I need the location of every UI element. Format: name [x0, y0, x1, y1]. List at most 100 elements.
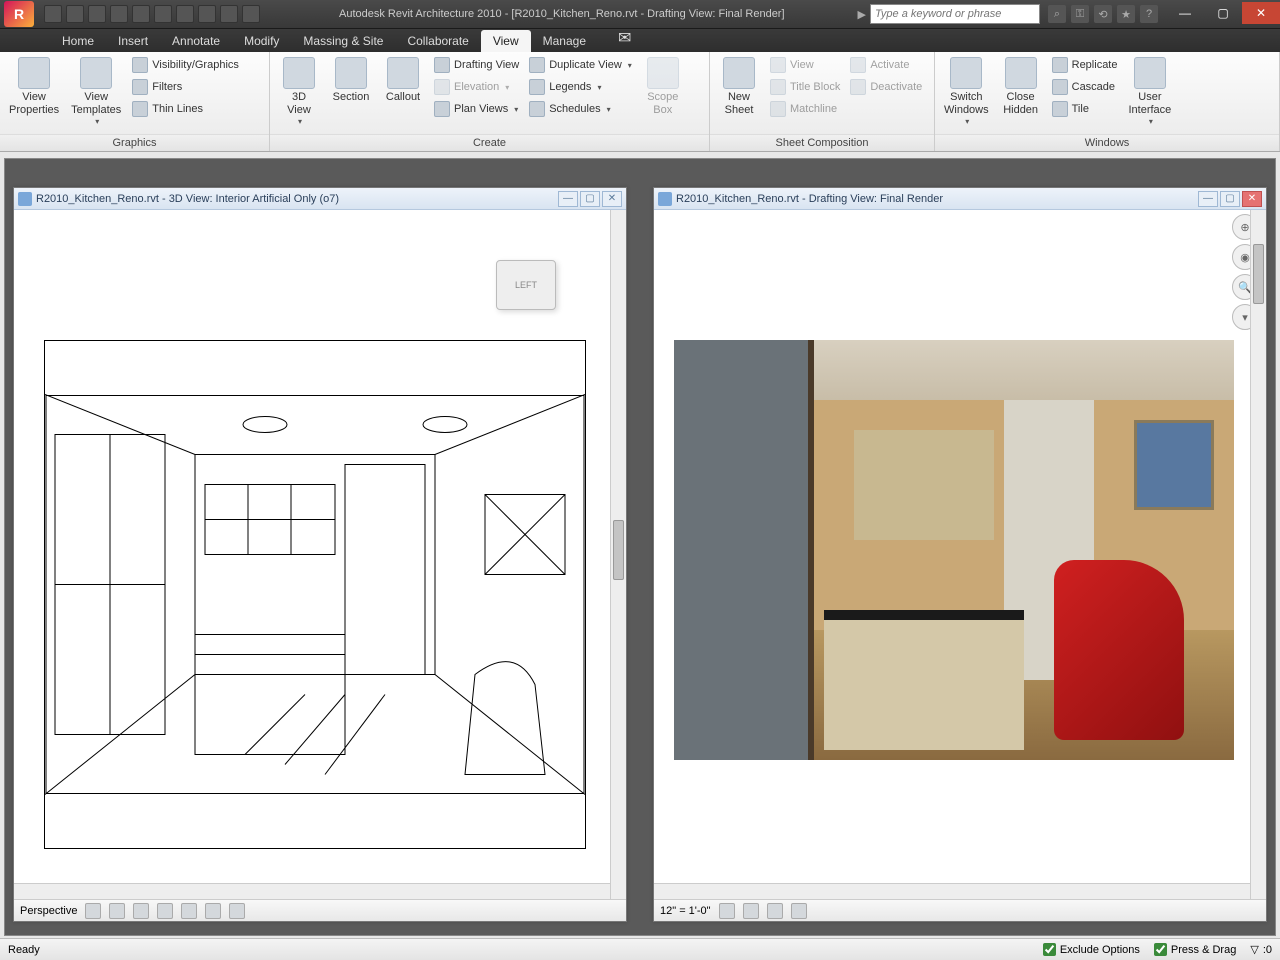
rvt-file-icon — [658, 192, 672, 206]
tab-manage[interactable]: Manage — [531, 30, 598, 52]
doc-minimize-button[interactable]: — — [558, 191, 578, 207]
rvt-file-icon — [18, 192, 32, 206]
filter-count[interactable]: ▽:0 — [1250, 943, 1272, 956]
viewport-render[interactable]: ⊕ ◉ 🔍 ▾ — [654, 210, 1266, 899]
section-button[interactable]: Section — [327, 55, 375, 106]
legends-button[interactable]: Legends — [526, 77, 635, 97]
tab-home[interactable]: Home — [50, 30, 106, 52]
crop-icon[interactable] — [157, 903, 173, 919]
hide-isolate-icon[interactable] — [205, 903, 221, 919]
doc-maximize-button[interactable]: ▢ — [1220, 191, 1240, 207]
scrollbar-vertical[interactable] — [610, 210, 626, 899]
close-button[interactable]: ✕ — [1242, 2, 1280, 24]
tab-collaborate[interactable]: Collaborate — [395, 30, 480, 52]
tile-button[interactable]: Tile — [1049, 99, 1121, 119]
reveal-hidden-icon[interactable] — [767, 903, 783, 919]
help-icon-group: ⌕ ⚿ ⟲ ★ ? — [1040, 5, 1166, 23]
doc-title-bar-left[interactable]: R2010_Kitchen_Reno.rvt - 3D View: Interi… — [14, 188, 626, 210]
matchline-button: Matchline — [767, 99, 843, 119]
plan-views-icon — [434, 101, 450, 117]
drafting-view-button[interactable]: Drafting View — [431, 55, 522, 75]
doc-title-bar-right[interactable]: R2010_Kitchen_Reno.rvt - Drafting View: … — [654, 188, 1266, 210]
callout-icon — [387, 57, 419, 89]
favorite-icon[interactable]: ★ — [1117, 5, 1135, 23]
elevation-button[interactable]: Elevation — [431, 77, 522, 97]
doc-close-button[interactable]: ✕ — [602, 191, 622, 207]
view-templates-button[interactable]: View Templates — [67, 55, 125, 129]
tab-massing-site[interactable]: Massing & Site — [291, 30, 395, 52]
scrollbar-horizontal[interactable] — [654, 883, 1250, 899]
exclude-options-checkbox[interactable]: Exclude Options — [1043, 943, 1140, 956]
view-control-bar-left: Perspective — [14, 899, 626, 921]
cascade-icon — [1052, 79, 1068, 95]
scrollbar-vertical[interactable] — [1250, 210, 1266, 899]
qat-3d-icon[interactable] — [176, 5, 194, 23]
tab-modify[interactable]: Modify — [232, 30, 291, 52]
tile-icon — [1052, 101, 1068, 117]
qat-new-icon[interactable] — [44, 5, 62, 23]
filters-button[interactable]: Filters — [129, 77, 242, 97]
tab-annotate[interactable]: Annotate — [160, 30, 232, 52]
view-properties-button[interactable]: View Properties — [5, 55, 63, 119]
qat-cursor-icon[interactable] — [154, 5, 172, 23]
scrollbar-horizontal[interactable] — [14, 883, 610, 899]
panel-create: 3D View Section Callout Drafting View El… — [270, 52, 710, 151]
reveal-icon[interactable] — [229, 903, 245, 919]
duplicate-view-button[interactable]: Duplicate View — [526, 55, 635, 75]
viewport-3d[interactable]: LEFT — [14, 210, 626, 899]
qat-measure-icon[interactable] — [220, 5, 238, 23]
app-logo[interactable]: R — [4, 1, 34, 27]
legends-icon — [529, 79, 545, 95]
crop-region-icon[interactable] — [181, 903, 197, 919]
binoculars-icon[interactable]: ⌕ — [1048, 5, 1066, 23]
doc-close-button[interactable]: ✕ — [1242, 191, 1262, 207]
minimize-button[interactable]: — — [1166, 2, 1204, 24]
model-graphics-icon[interactable] — [85, 903, 101, 919]
mdi-client-area: R2010_Kitchen_Reno.rvt - 3D View: Interi… — [4, 158, 1276, 936]
tab-insert[interactable]: Insert — [106, 30, 160, 52]
window-controls: — ▢ ✕ — [1166, 4, 1280, 24]
viewcube[interactable]: LEFT — [496, 260, 556, 310]
view-templates-icon — [80, 57, 112, 89]
search-input[interactable] — [870, 4, 1040, 24]
view-control-bar-right: 12" = 1'-0" — [654, 899, 1266, 921]
schedules-button[interactable]: Schedules — [526, 99, 635, 119]
shadows-icon[interactable] — [109, 903, 125, 919]
plan-views-button[interactable]: Plan Views — [431, 99, 522, 119]
hide-isolate-icon[interactable] — [743, 903, 759, 919]
user-interface-button[interactable]: User Interface — [1124, 55, 1175, 129]
qat-sync-icon[interactable] — [198, 5, 216, 23]
visibility-graphics-button[interactable]: Visibility/Graphics — [129, 55, 242, 75]
replicate-button[interactable]: Replicate — [1049, 55, 1121, 75]
thin-lines-button[interactable]: Thin Lines — [129, 99, 242, 119]
doc-minimize-button[interactable]: — — [1198, 191, 1218, 207]
switch-windows-icon — [950, 57, 982, 89]
view-scale-label[interactable]: 12" = 1'-0" — [660, 905, 711, 917]
callout-button[interactable]: Callout — [379, 55, 427, 106]
key-icon[interactable]: ⚿ — [1071, 5, 1089, 23]
qat-dropdown-icon[interactable] — [242, 5, 260, 23]
doc-window-3d-view: R2010_Kitchen_Reno.rvt - 3D View: Interi… — [13, 187, 627, 922]
ribbon-tab-strip: Home Insert Annotate Modify Massing & Si… — [0, 28, 1280, 52]
rendering-icon[interactable] — [133, 903, 149, 919]
new-sheet-button[interactable]: New Sheet — [715, 55, 763, 119]
model-graphics-icon[interactable] — [719, 903, 735, 919]
switch-windows-button[interactable]: Switch Windows — [940, 55, 993, 129]
help-icon[interactable]: ? — [1140, 5, 1158, 23]
view-properties-icon — [18, 57, 50, 89]
qat-undo-icon[interactable] — [110, 5, 128, 23]
mail-icon[interactable]: ✉ — [610, 24, 639, 52]
tab-view[interactable]: View — [481, 30, 531, 52]
qat-open-icon[interactable] — [66, 5, 84, 23]
maximize-button[interactable]: ▢ — [1204, 2, 1242, 24]
close-hidden-button[interactable]: Close Hidden — [997, 55, 1045, 119]
sun-path-icon[interactable] — [791, 903, 807, 919]
qat-save-icon[interactable] — [88, 5, 106, 23]
exchange-icon[interactable]: ⟲ — [1094, 5, 1112, 23]
3d-view-button[interactable]: 3D View — [275, 55, 323, 129]
window-title: Autodesk Revit Architecture 2010 - [R201… — [266, 8, 858, 20]
press-drag-checkbox[interactable]: Press & Drag — [1154, 943, 1236, 956]
qat-redo-icon[interactable] — [132, 5, 150, 23]
cascade-button[interactable]: Cascade — [1049, 77, 1121, 97]
doc-maximize-button[interactable]: ▢ — [580, 191, 600, 207]
